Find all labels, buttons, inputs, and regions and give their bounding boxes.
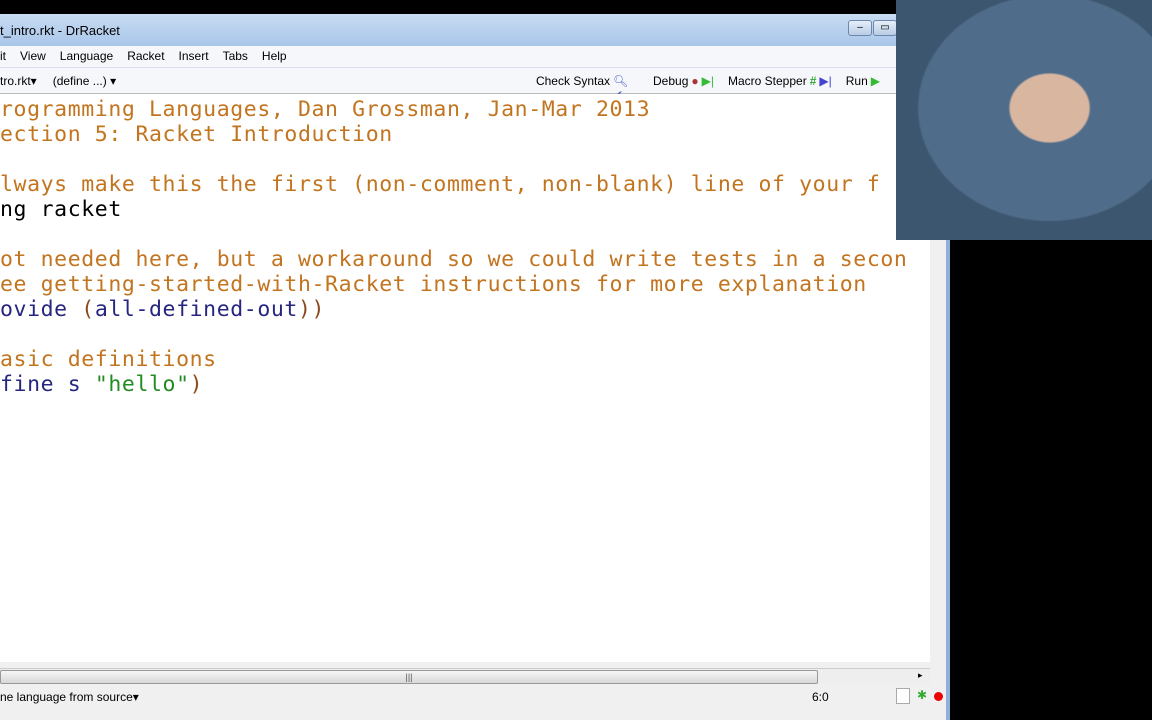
check-syntax-label: Check Syntax xyxy=(535,73,611,88)
file-dropdown[interactable]: tro.rkt▾ xyxy=(0,74,37,88)
horizontal-scrollbar[interactable]: ||| ▸ xyxy=(0,668,930,684)
code-token: rogramming Languages, Dan Grossman, Jan-… xyxy=(0,97,651,122)
code-token: ee getting-started-with-Racket instructi… xyxy=(0,272,867,297)
define-dropdown[interactable]: (define ...) ▾ xyxy=(53,74,116,88)
menu-tabs[interactable]: Tabs xyxy=(223,49,248,67)
definitions-editor[interactable]: rogramming Languages, Dan Grossman, Jan-… xyxy=(0,94,930,662)
recording-dot-icon xyxy=(934,692,943,701)
run-icon: ▶ xyxy=(870,73,880,88)
debug-label: Debug xyxy=(653,73,689,88)
check-syntax-button[interactable]: Check Syntax🔍︎✔ xyxy=(535,73,629,102)
code-line: ection 5: Racket Introduction xyxy=(0,122,393,147)
file-label: tro.rkt xyxy=(0,73,31,88)
menu-view[interactable]: View xyxy=(20,49,46,67)
code-line: fine s "hello") xyxy=(0,372,203,397)
code-token: lways make this the first (non-comment, … xyxy=(0,172,881,197)
code-line: ovide (all-defined-out)) xyxy=(0,297,325,322)
menu-edit[interactable]: it xyxy=(0,49,6,67)
code-line: rogramming Languages, Dan Grossman, Jan-… xyxy=(0,97,650,122)
run-label: Run xyxy=(845,73,868,88)
code-token: ( xyxy=(81,297,95,322)
scroll-right-arrow[interactable]: ▸ xyxy=(918,670,923,681)
code-line: ee getting-started-with-Racket instructi… xyxy=(0,272,867,297)
title-bar: t_intro.rkt - DrRacket – ▭ xyxy=(0,14,946,46)
scrollbar-thumb[interactable]: ||| xyxy=(0,670,818,684)
menu-racket[interactable]: Racket xyxy=(127,49,164,67)
code-token: "hello" xyxy=(94,372,190,397)
code-token: ng racket xyxy=(0,197,122,222)
toolbar: tro.rkt▾ (define ...) ▾ Check Syntax🔍︎✔ … xyxy=(0,68,946,102)
code-token: all-defined-out xyxy=(94,297,298,322)
cursor-position: 6:0 xyxy=(812,690,829,704)
code-line: lways make this the first (non-comment, … xyxy=(0,172,880,197)
menu-insert[interactable]: Insert xyxy=(179,49,209,67)
define-label: (define ...) xyxy=(52,73,107,88)
code-token: ot needed here, but a workaround so we c… xyxy=(0,247,908,272)
status-bar: ne language from source▾ 6:0 ✱ xyxy=(0,686,946,706)
menu-bar: it View Language Racket Insert Tabs Help xyxy=(0,46,946,68)
memory-box xyxy=(896,688,910,704)
macro-stepper-button[interactable]: Macro Stepper # ▶| xyxy=(728,74,832,88)
debug-button[interactable]: Debug ● ▶| xyxy=(653,74,714,88)
macro-stepper-label: Macro Stepper xyxy=(728,73,807,88)
code-line: asic definitions xyxy=(0,347,217,372)
run-button[interactable]: Run ▶ xyxy=(846,74,880,88)
minimize-button[interactable]: – xyxy=(848,20,872,36)
hash-icon: # xyxy=(809,73,817,88)
code-token: ovide xyxy=(0,297,82,322)
code-token: asic definitions xyxy=(0,347,217,372)
step-icon: ▶| xyxy=(819,73,832,88)
language-label: ne language from source xyxy=(0,690,133,704)
code-token: ection 5: Racket Introduction xyxy=(0,122,393,147)
code-token: ) xyxy=(189,372,204,397)
debug-icon: ● xyxy=(691,73,699,88)
menu-language[interactable]: Language xyxy=(60,49,113,67)
code-line: ot needed here, but a workaround so we c… xyxy=(0,247,907,272)
maximize-button[interactable]: ▭ xyxy=(873,20,897,36)
magnifier-check-icon: 🔍︎✔ xyxy=(613,73,629,102)
window-title: t_intro.rkt - DrRacket xyxy=(0,23,120,38)
menu-help[interactable]: Help xyxy=(262,49,287,67)
code-line: ng racket xyxy=(0,197,122,222)
step-icon: ▶| xyxy=(701,73,714,88)
webcam-overlay xyxy=(896,0,1152,240)
language-selector[interactable]: ne language from source▾ xyxy=(0,690,139,704)
code-token: )) xyxy=(297,297,326,322)
walking-man-icon: ✱ xyxy=(917,688,928,702)
code-token: fine s xyxy=(0,372,95,397)
